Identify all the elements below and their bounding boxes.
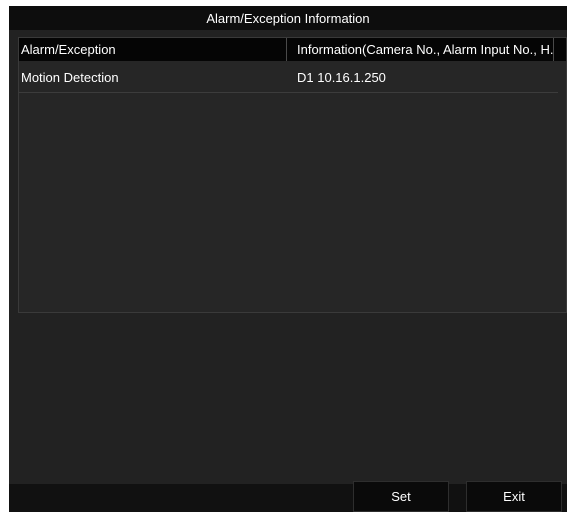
column-header-label: Alarm/Exception	[21, 42, 116, 57]
alarm-table: Alarm/Exception Information(Camera No., …	[18, 37, 567, 313]
column-header-alarm-exception[interactable]: Alarm/Exception	[19, 38, 287, 61]
dialog-titlebar: Alarm/Exception Information	[9, 6, 567, 30]
column-header-information[interactable]: Information(Camera No., Alarm Input No.,…	[287, 38, 554, 61]
column-header-label: Information(Camera No., Alarm Input No.,…	[297, 42, 554, 57]
table-row[interactable]: Motion Detection D1 10.16.1.250	[19, 62, 558, 93]
exit-button[interactable]: Exit	[466, 481, 562, 512]
dialog-title: Alarm/Exception Information	[206, 10, 370, 26]
alarm-exception-dialog: Alarm/Exception Information Alarm/Except…	[9, 6, 567, 512]
alarm-info-cell: D1 10.16.1.250	[297, 69, 386, 85]
column-header-spacer	[554, 38, 566, 61]
alarm-type-cell: Motion Detection	[21, 69, 119, 85]
table-header: Alarm/Exception Information(Camera No., …	[19, 38, 566, 61]
set-button[interactable]: Set	[353, 481, 449, 512]
